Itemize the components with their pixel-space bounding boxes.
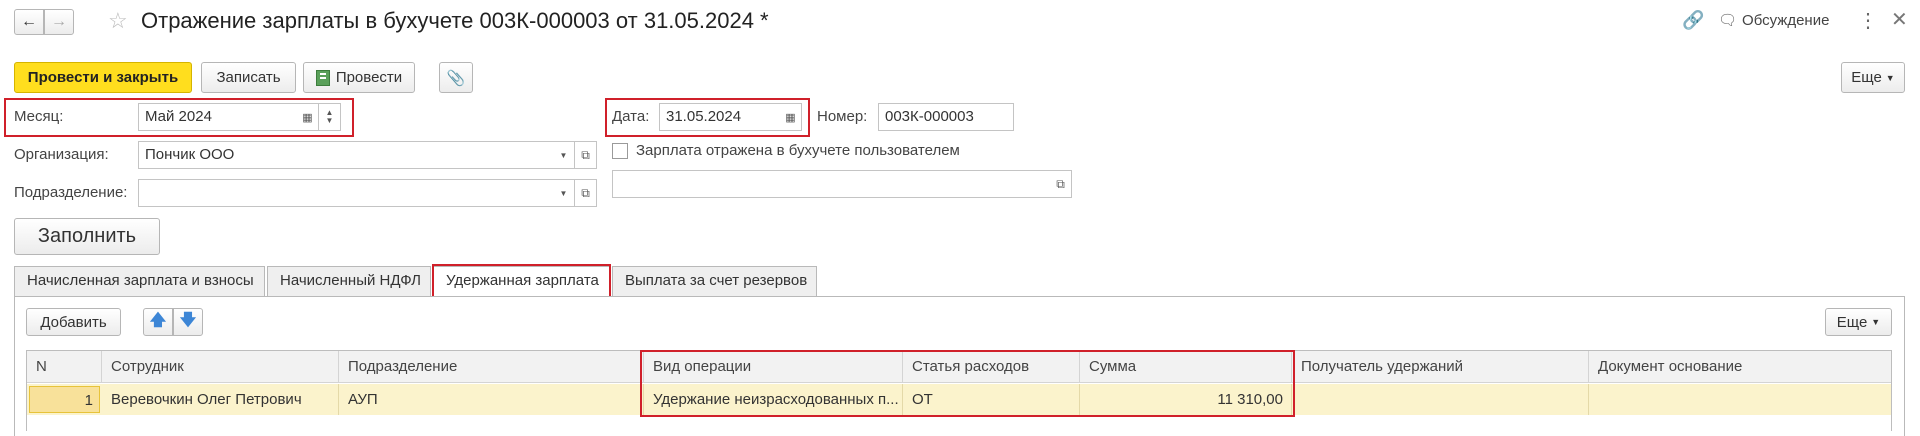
forward-button[interactable]: → bbox=[44, 9, 74, 35]
column-header-basis-document[interactable]: Документ основание bbox=[1589, 351, 1891, 383]
cell-employee[interactable]: Веревочкин Олег Петрович bbox=[102, 384, 339, 415]
organization-dropdown-button[interactable]: ▼ bbox=[553, 141, 575, 169]
back-button[interactable]: ← bbox=[14, 9, 44, 35]
department-open-button[interactable]: ⧉ bbox=[575, 179, 597, 207]
cell-n[interactable]: 1 bbox=[29, 386, 100, 413]
month-calendar-button[interactable]: ▦ bbox=[297, 103, 319, 131]
open-window-icon: ⧉ bbox=[581, 147, 590, 162]
open-window-icon: ⧉ bbox=[581, 185, 590, 200]
arrow-left-icon: ← bbox=[21, 13, 37, 30]
post-document-icon bbox=[315, 69, 330, 86]
month-field[interactable]: Май 2024 bbox=[138, 103, 298, 131]
reflected-checkbox[interactable] bbox=[612, 143, 628, 159]
chevron-down-icon: ▼ bbox=[1885, 72, 1895, 83]
table-more-button[interactable]: Еще ▼ bbox=[1825, 308, 1892, 336]
date-calendar-button[interactable]: ▦ bbox=[780, 103, 802, 131]
column-header-operation[interactable]: Вид операции bbox=[644, 351, 903, 383]
dropdown-arrow-icon: ▼ bbox=[559, 150, 568, 160]
discussion-button[interactable]: 🗨 Обсуждение bbox=[1718, 11, 1830, 30]
department-dropdown-button[interactable]: ▼ bbox=[553, 179, 575, 207]
tab-accrued-salary[interactable]: Начисленная зарплата и взносы bbox=[14, 266, 265, 296]
column-header-n[interactable]: N bbox=[27, 351, 102, 383]
fill-button[interactable]: Заполнить bbox=[14, 218, 160, 255]
spin-down-icon: ▼ bbox=[325, 116, 334, 125]
favorite-star-icon[interactable]: ☆ bbox=[108, 8, 128, 34]
more-button[interactable]: Еще ▼ bbox=[1841, 62, 1905, 93]
move-down-button[interactable]: 🡇 bbox=[173, 308, 203, 336]
dropdown-arrow-icon: ▼ bbox=[559, 188, 568, 198]
date-field[interactable]: 31.05.2024 bbox=[659, 103, 781, 131]
column-header-department[interactable]: Подразделение bbox=[339, 351, 644, 383]
month-spin-button[interactable]: ▲ ▼ bbox=[319, 103, 341, 131]
post-button[interactable]: Провести bbox=[303, 62, 415, 93]
department-label: Подразделение: bbox=[14, 184, 128, 201]
cell-basis-document[interactable] bbox=[1589, 384, 1891, 415]
column-header-employee[interactable]: Сотрудник bbox=[102, 351, 339, 383]
discussion-label: Обсуждение bbox=[1742, 11, 1830, 29]
calendar-icon: ▦ bbox=[785, 111, 796, 124]
tab-reserve-payment[interactable]: Выплата за счет резервов bbox=[612, 266, 817, 296]
column-header-recipient[interactable]: Получатель удержаний bbox=[1292, 351, 1589, 383]
tab-withheld-salary[interactable]: Удержанная зарплата bbox=[433, 266, 610, 297]
number-label: Номер: bbox=[817, 108, 868, 125]
save-button[interactable]: Записать bbox=[201, 62, 296, 93]
attach-button[interactable]: 📎 bbox=[439, 62, 473, 93]
organization-field[interactable]: Пончик ООО bbox=[138, 141, 554, 169]
department-field[interactable] bbox=[138, 179, 554, 207]
add-button[interactable]: Добавить bbox=[26, 308, 121, 336]
open-window-icon: ⧉ bbox=[1056, 176, 1065, 191]
comment-icon: 🗨 bbox=[1718, 12, 1738, 29]
reflected-checkbox-label: Зарплата отражена в бухучете пользовател… bbox=[636, 142, 960, 159]
arrow-down-icon: 🡇 bbox=[179, 311, 197, 329]
column-header-amount[interactable]: Сумма bbox=[1080, 351, 1292, 383]
number-field[interactable]: 003К-000003 bbox=[878, 103, 1014, 131]
cell-department[interactable]: АУП bbox=[339, 384, 644, 415]
month-label: Месяц: bbox=[14, 108, 64, 125]
comment-open-button[interactable]: ⧉ bbox=[1050, 170, 1072, 198]
column-header-expense-item[interactable]: Статья расходов bbox=[903, 351, 1080, 383]
cell-expense-item[interactable]: ОТ bbox=[903, 384, 1080, 415]
table-more-label: Еще bbox=[1836, 313, 1868, 331]
cell-recipient[interactable] bbox=[1292, 384, 1589, 415]
chevron-down-icon: ▼ bbox=[1871, 317, 1881, 327]
window-title: Отражение зарплаты в бухучете 003К-00000… bbox=[141, 8, 769, 33]
date-label: Дата: bbox=[612, 108, 650, 125]
close-icon[interactable]: ✕ bbox=[1891, 7, 1908, 32]
tab-accrued-ndfl[interactable]: Начисленный НДФЛ bbox=[267, 266, 431, 296]
link-icon[interactable]: 🔗 bbox=[1682, 10, 1704, 31]
post-and-close-button[interactable]: Провести и закрыть bbox=[14, 62, 192, 93]
comment-field[interactable] bbox=[612, 170, 1051, 198]
move-up-button[interactable]: 🡅 bbox=[143, 308, 173, 336]
cell-amount[interactable]: 11 310,00 bbox=[1080, 384, 1292, 415]
calendar-icon: ▦ bbox=[302, 111, 313, 124]
organization-label: Организация: bbox=[14, 146, 109, 163]
arrow-up-icon: 🡅 bbox=[149, 311, 167, 329]
paperclip-icon: 📎 bbox=[446, 69, 466, 87]
organization-open-button[interactable]: ⧉ bbox=[575, 141, 597, 169]
cell-operation[interactable]: Удержание неизрасходованных п... bbox=[644, 384, 903, 415]
arrow-right-icon: → bbox=[51, 13, 67, 30]
more-button-label: Еще bbox=[1851, 69, 1882, 86]
post-button-label: Провести bbox=[335, 69, 403, 86]
more-vertical-icon[interactable]: ⋮ bbox=[1858, 8, 1878, 33]
